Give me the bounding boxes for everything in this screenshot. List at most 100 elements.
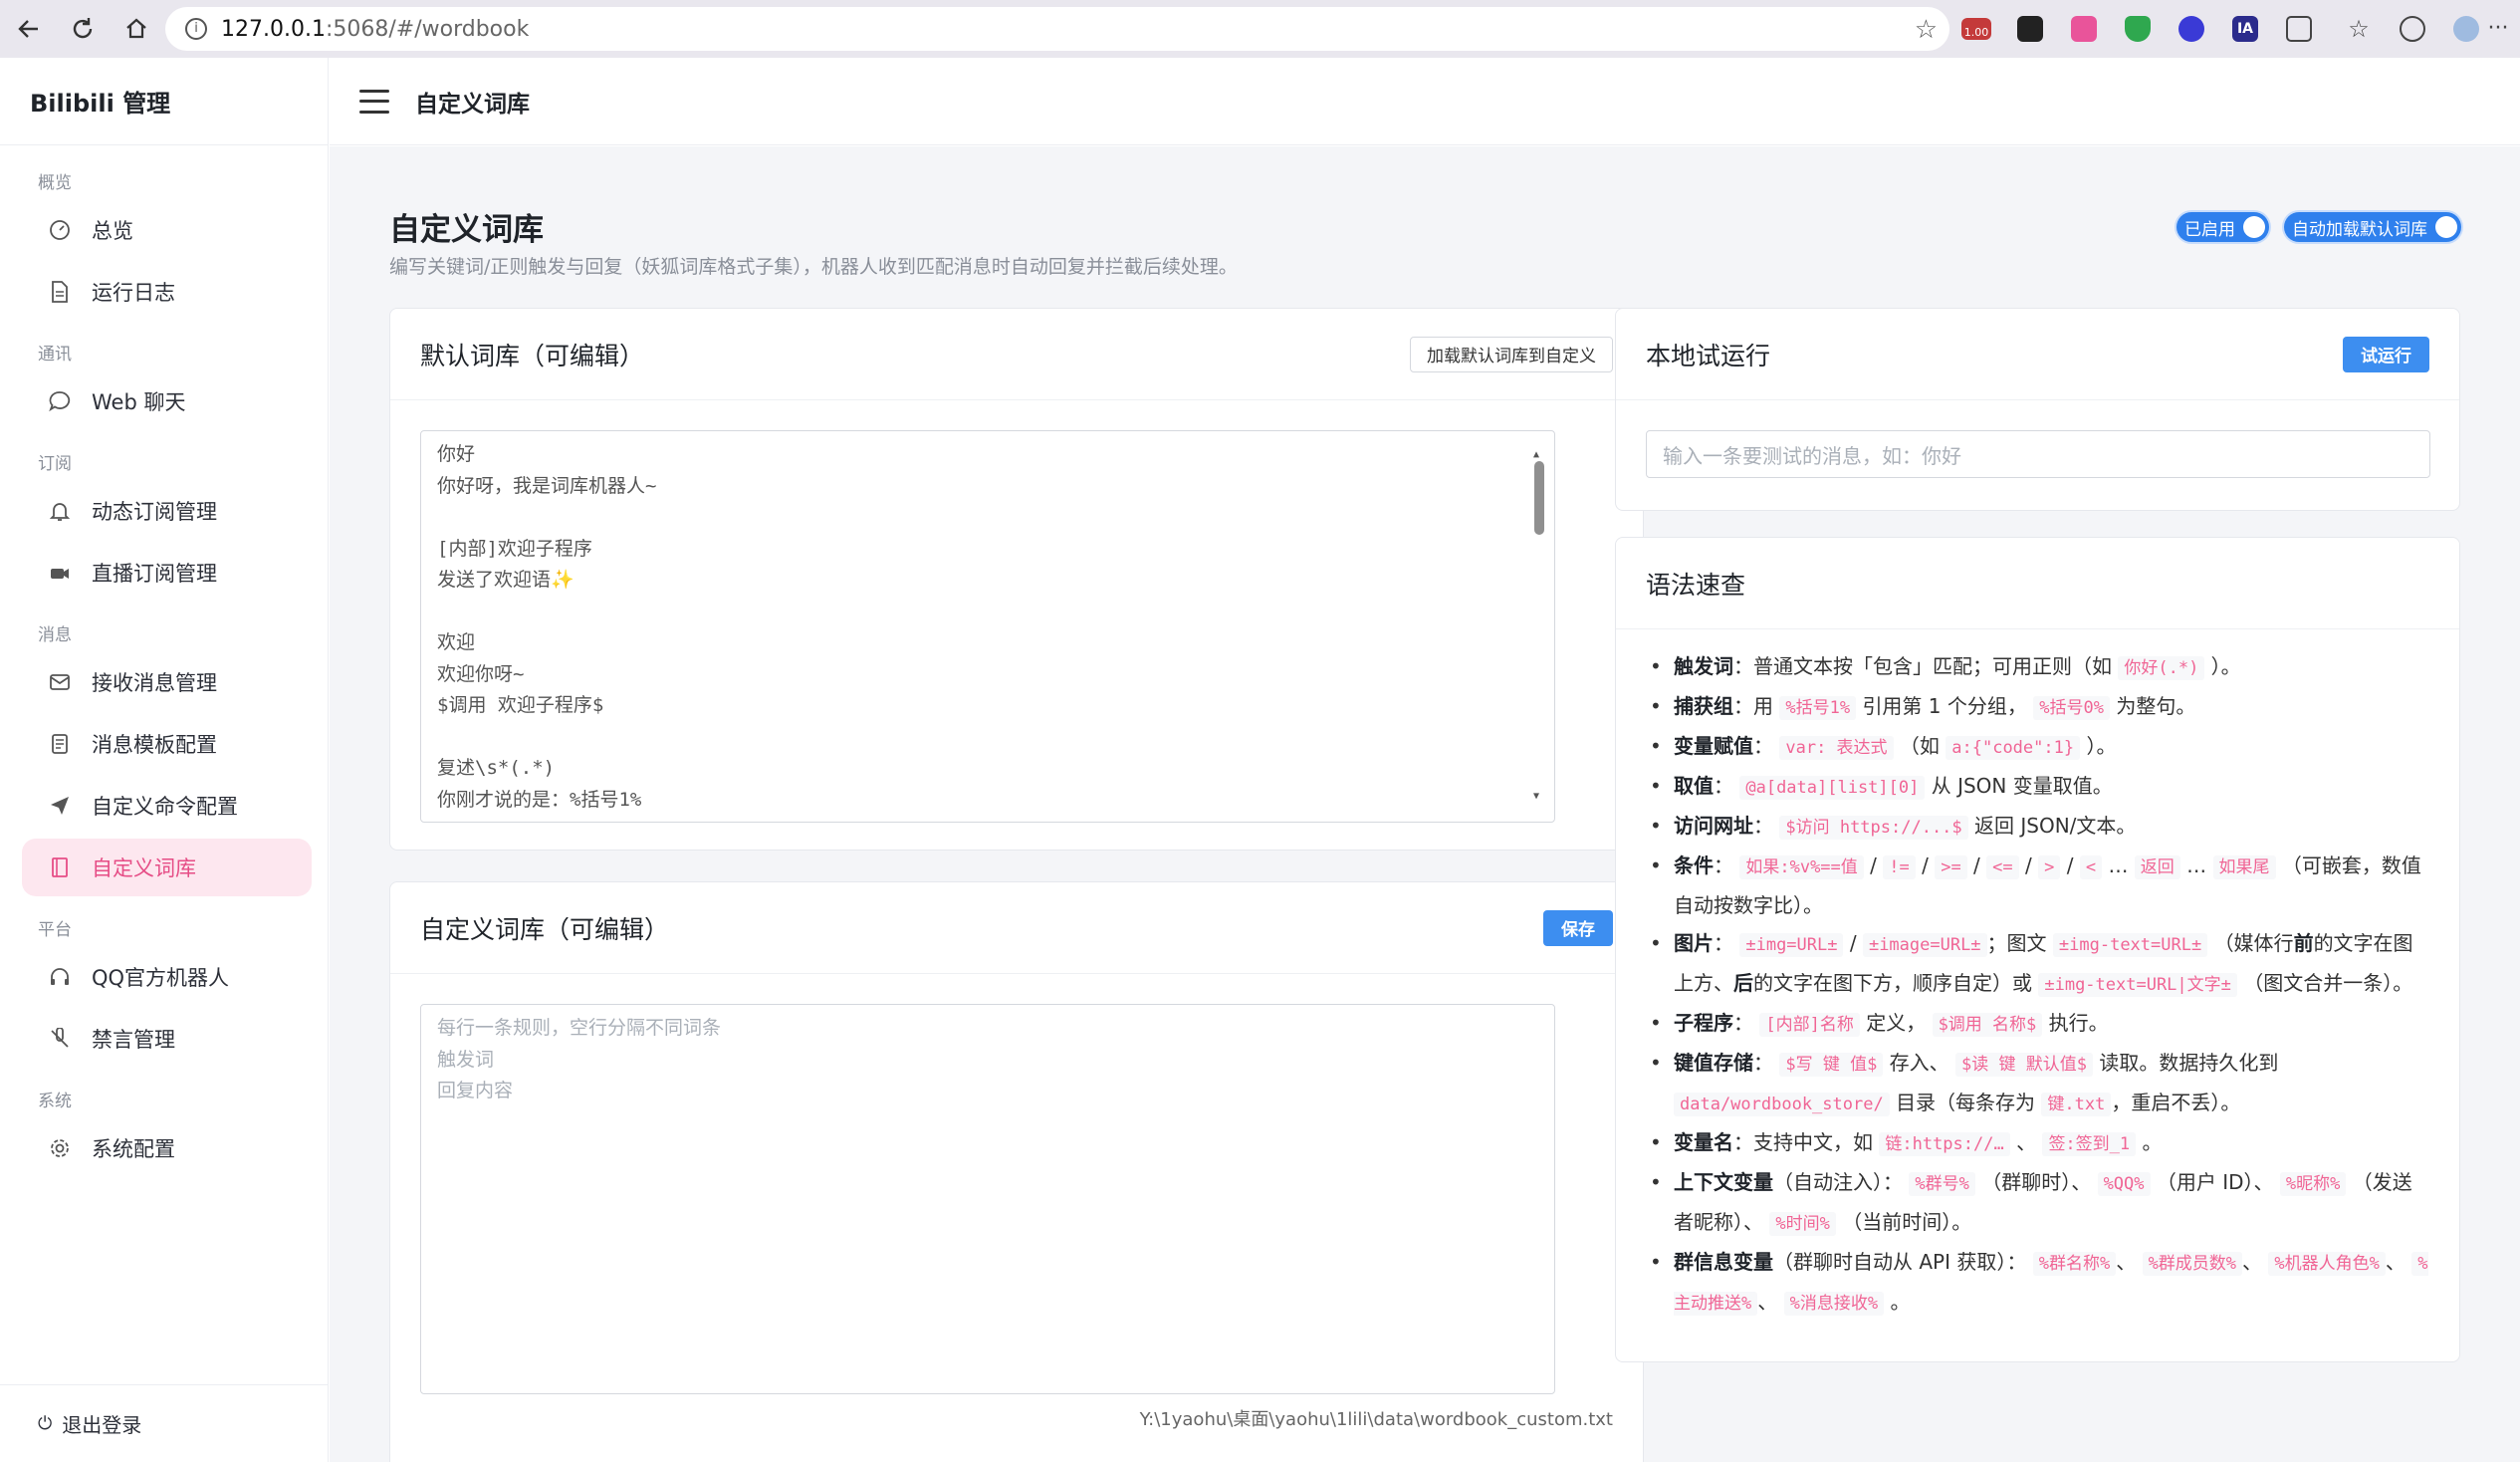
url-host: 127.0.0.1	[221, 16, 326, 42]
headset-icon	[48, 965, 72, 989]
default-wordbook-textarea[interactable]: 你好 你好呀，我是词库机器人~ [内部]欢迎子程序 发送了欢迎语✨ 欢迎 欢迎你…	[420, 430, 1555, 823]
syntax-item-get: 取值： @a[data][list][0] 从 JSON 变量取值。	[1646, 767, 2429, 807]
sidebar-item-label: 消息模板配置	[92, 733, 217, 757]
sidebar-item-system-config[interactable]: 系统配置	[22, 1119, 312, 1177]
sidebar-item-label: 运行日志	[92, 281, 175, 305]
syntax-item-context: 上下文变量（自动注入）： %群号% （群聊时）、 %QQ% （用户 ID）、 %…	[1646, 1163, 2429, 1243]
back-icon[interactable]	[2, 0, 56, 58]
extension-dark-icon[interactable]	[2003, 0, 2057, 58]
sidebar-item-dynamic-subscriptions[interactable]: 动态订阅管理	[22, 482, 312, 540]
custom-wordbook-card: 自定义词库（可编辑） 保存 每行一条规则，空行分隔不同词条 触发词 回复内容 Y…	[389, 881, 1644, 1462]
url-path: :5068/#/wordbook	[325, 16, 530, 42]
gauge-icon	[48, 218, 72, 242]
book-icon	[48, 855, 72, 879]
syntax-item-condition: 条件： 如果:%v%==值 / != / >= / <= / > / < … 返…	[1646, 847, 2429, 924]
trial-run-title: 本地试运行	[1646, 341, 1771, 370]
autoload-toggle-label: 自动加载默认词库	[2292, 219, 2427, 240]
trial-run-card: 本地试运行 试运行 输入一条要测试的消息，如：你好	[1615, 308, 2460, 511]
extension-pink-icon[interactable]	[2057, 0, 2111, 58]
sidebar-item-label: 总览	[92, 219, 133, 243]
group-title-messages: 消息	[38, 625, 72, 645]
group-title-platform: 平台	[38, 920, 72, 940]
extension-blue-circle-icon[interactable]	[2165, 0, 2218, 58]
history-icon[interactable]	[2386, 0, 2439, 58]
extensions-puzzle-icon[interactable]	[2272, 0, 2326, 58]
custom-wordbook-title: 自定义词库（可编辑）	[420, 914, 670, 944]
sidebar-item-mute-management[interactable]: 禁言管理	[22, 1010, 312, 1068]
load-default-button[interactable]: 加载默认词库到自定义	[1410, 336, 1613, 372]
reload-icon[interactable]	[56, 0, 110, 58]
group-title-subscribe: 订阅	[38, 454, 72, 474]
document-icon	[48, 280, 72, 304]
sidebar-item-custom-wordbook[interactable]: 自定义词库	[22, 839, 312, 896]
chat-bubble-icon	[48, 389, 72, 413]
sidebar-item-label: 禁言管理	[92, 1028, 175, 1052]
syntax-item-visit: 访问网址： $访问 https://...$ 返回 JSON/文本。	[1646, 807, 2429, 847]
mail-icon	[48, 670, 72, 694]
page-subtitle: 编写关键词/正则触发与回复（妖狐词库格式子集），机器人收到匹配消息时自动回复并拦…	[389, 256, 1238, 278]
group-title-overview: 概览	[38, 173, 72, 193]
logout-button[interactable]: ⏻ 退出登录	[0, 1384, 329, 1462]
gear-icon	[48, 1136, 72, 1160]
sidebar-item-label: 动态订阅管理	[92, 500, 217, 524]
sidebar-item-received-messages[interactable]: 接收消息管理	[22, 653, 312, 711]
textarea-scrollbar[interactable]: ▲ ▼	[1532, 439, 1546, 802]
sidebar-item-live-subscriptions[interactable]: 直播订阅管理	[22, 544, 312, 602]
syntax-item-varname: 变量名：支持中文，如 链:https://… 、 签:签到_1 。	[1646, 1123, 2429, 1163]
site-info-icon[interactable]: i	[185, 18, 207, 40]
sidebar-item-web-chat[interactable]: Web 聊天	[22, 372, 312, 430]
syntax-item-subroutine: 子程序： [内部]名称 定义， $调用 名称$ 执行。	[1646, 1004, 2429, 1044]
sidebar-item-label: Web 聊天	[92, 390, 186, 414]
autoload-default-toggle[interactable]: 自动加载默认词库	[2284, 212, 2461, 242]
page-title: 自定义词库	[389, 212, 544, 248]
topbar-title: 自定义词库	[415, 91, 530, 118]
brand-title: Bilibili 管理	[0, 58, 328, 145]
sidebar-item-qq-bot[interactable]: QQ官方机器人	[22, 948, 312, 1006]
bell-icon	[48, 499, 72, 523]
sidebar-item-label: 系统配置	[92, 1137, 175, 1161]
sidebar-item-label: 自定义词库	[92, 856, 196, 880]
extension-ia-icon[interactable]: IA	[2218, 0, 2272, 58]
favorites-icon[interactable]: ☆	[2332, 0, 2386, 58]
extension-rate-icon[interactable]: 1.00	[1949, 0, 2003, 58]
shield-icon[interactable]	[2111, 0, 2165, 58]
syntax-item-kv-store: 键值存储： $写 键 值$ 存入、 $读 键 默认值$ 读取。数据持久化到 da…	[1646, 1044, 2429, 1123]
enabled-toggle[interactable]: 已启用	[2176, 212, 2269, 242]
syntax-item-image: 图片： ±img=URL± / ±image=URL±；图文 ±img-text…	[1646, 924, 2429, 1004]
main-content: 自定义词库 编写关键词/正则触发与回复（妖狐词库格式子集），机器人收到匹配消息时…	[330, 146, 2520, 1462]
video-camera-icon	[48, 561, 72, 585]
syntax-item-assign: 变量赋值： var: 表达式 （如 a:{"code":1} ）。	[1646, 727, 2429, 767]
syntax-item-trigger: 触发词：普通文本按「包含」匹配；可用正则（如 你好(.*) ）。	[1646, 647, 2429, 687]
default-wordbook-title: 默认词库（可编辑）	[420, 341, 645, 370]
sidebar-item-custom-commands[interactable]: 自定义命令配置	[22, 777, 312, 835]
address-bar[interactable]: i 127.0.0.1:5068/#/wordbook ☆	[165, 7, 1949, 51]
syntax-item-group-info: 群信息变量（群聊时自动从 API 获取）： %群名称%、 %群成员数%、 %机器…	[1646, 1243, 2429, 1323]
default-wordbook-card: 默认词库（可编辑） 加载默认词库到自定义 你好 你好呀，我是词库机器人~ [内部…	[389, 308, 1644, 851]
template-icon	[48, 732, 72, 756]
power-icon: ⏻	[38, 1413, 53, 1434]
trial-run-button[interactable]: 试运行	[2343, 336, 2429, 372]
custom-wordbook-textarea[interactable]: 每行一条规则，空行分隔不同词条 触发词 回复内容	[420, 1004, 1555, 1394]
trial-message-input[interactable]: 输入一条要测试的消息，如：你好	[1646, 430, 2430, 478]
browser-toolbar: i 127.0.0.1:5068/#/wordbook ☆ 1.00 IA ☆ …	[0, 0, 2520, 58]
menu-toggle-icon[interactable]	[359, 89, 389, 114]
sidebar-item-label: 自定义命令配置	[92, 795, 238, 819]
sidebar-item-message-templates[interactable]: 消息模板配置	[22, 715, 312, 773]
group-title-comms: 通讯	[38, 345, 72, 365]
sidebar-item-dashboard[interactable]: 总览	[22, 201, 312, 259]
send-icon	[48, 794, 72, 818]
group-title-system: 系统	[38, 1092, 72, 1111]
sidebar-item-label: 直播订阅管理	[92, 562, 217, 586]
mute-icon	[48, 1027, 72, 1051]
enabled-toggle-label: 已启用	[2184, 219, 2235, 240]
sidebar-item-logs[interactable]: 运行日志	[22, 263, 312, 321]
save-button[interactable]: 保存	[1543, 909, 1613, 946]
syntax-reference-title: 语法速查	[1646, 570, 1746, 600]
logout-label: 退出登录	[62, 1413, 142, 1437]
home-icon[interactable]	[110, 0, 163, 58]
syntax-reference-card: 语法速查 触发词：普通文本按「包含」匹配；可用正则（如 你好(.*) ）。 捕获…	[1615, 537, 2460, 1362]
sidebar-item-label: 接收消息管理	[92, 671, 217, 695]
bookmark-star-icon[interactable]: ☆	[1915, 15, 1938, 45]
syntax-reference-list: 触发词：普通文本按「包含」匹配；可用正则（如 你好(.*) ）。 捕获组：用 %…	[1646, 647, 2429, 1323]
more-menu-icon[interactable]: ···	[2485, 0, 2520, 58]
